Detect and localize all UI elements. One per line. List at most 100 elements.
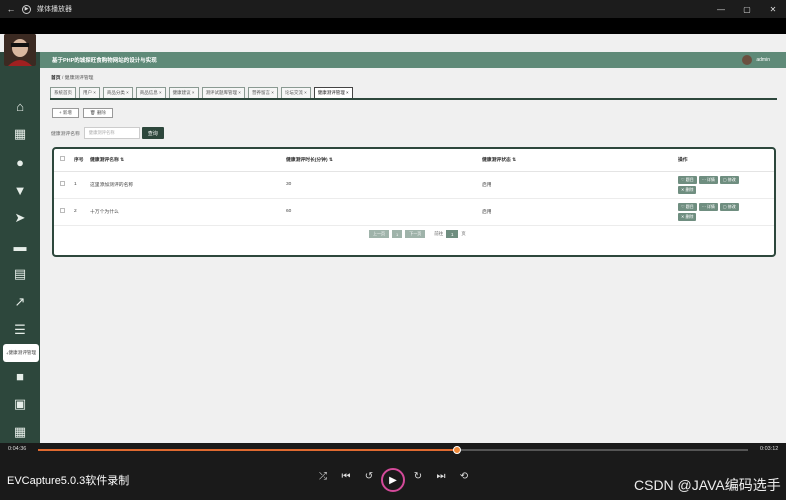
wallet-icon[interactable]: ▣ (0, 394, 40, 414)
tabs-divider (50, 98, 777, 100)
seek-bar[interactable] (38, 446, 748, 454)
edit-button[interactable]: ▢ 修改 (719, 175, 739, 184)
next-page-button[interactable]: 下一页 (405, 230, 426, 238)
rewind-icon[interactable]: ↺ (361, 471, 377, 482)
play-button[interactable]: ▶ (381, 468, 405, 492)
delete-label: 删除 (96, 110, 106, 115)
col-name[interactable]: 健康测评名称 ⇅ (88, 149, 284, 172)
user-name: admin (756, 57, 770, 63)
forward-icon[interactable]: ↻ (410, 471, 426, 482)
window-title: 媒体播放器 (37, 6, 72, 13)
questions-button[interactable]: ♡ 题目 (678, 202, 697, 211)
questions-label: 题目 (685, 176, 694, 182)
table-row: 2 十万个为什么 60 启用 ♡ 题目 ⋯ 详情 ▢ 修改 ✕ 删除 (54, 198, 774, 226)
total-time: 0:03:12 (760, 446, 779, 452)
user-menu[interactable]: admin (742, 55, 770, 65)
col-ops: 操作 (676, 149, 774, 172)
maximize-icon[interactable]: ▢ (734, 5, 760, 14)
col-status[interactable]: 健康测评状态 ⇅ (480, 149, 676, 172)
heart-icon: ♡ (681, 204, 685, 209)
back-icon[interactable]: ← (0, 4, 22, 14)
table-row: 1 这里添加测评的名称 30 启用 ♡ 题目 ⋯ 详情 ▢ 修改 ✕ 删除 (54, 171, 774, 199)
clipboard-icon[interactable]: ▤ (0, 264, 40, 284)
edit-label: 修改 (727, 203, 736, 209)
detail-button[interactable]: ⋯ 详情 (698, 175, 718, 184)
table-header-row: 序号 健康测评名称 ⇅ 健康测评时长(分钟) ⇅ 健康测评状态 ⇅ 操作 (54, 149, 774, 172)
puzzle-icon[interactable]: ■ (0, 366, 40, 386)
search-label: 健康测评名称 (51, 131, 80, 137)
questions-button[interactable]: ♡ 题目 (678, 175, 697, 184)
row-index: 2 (72, 198, 88, 226)
delete-button[interactable]: 🗑 删除 (82, 108, 113, 118)
row-delete-button[interactable]: ✕ 删除 (678, 185, 697, 194)
sidebar-avatar (4, 34, 36, 66)
row-checkbox[interactable] (60, 208, 65, 213)
sidebar: ⌂ ▦ ● ▼ ➤ ▬ ▤ ↗ ☰ ■ ▣ ▦ (0, 34, 40, 443)
monitor-icon[interactable]: ▬ (0, 236, 40, 256)
add-button[interactable]: + 新增 (52, 108, 79, 118)
row-index: 1 (72, 171, 88, 199)
trash-icon: 🗑 (89, 110, 96, 115)
csdn-watermark: CSDN @JAVA编码选手 (634, 477, 781, 493)
detail-label: 详情 (706, 203, 715, 209)
row-status: 启用 (480, 198, 676, 226)
x-icon: ✕ (681, 187, 685, 192)
header-title: 基于PHP的城探旺食购物网站的设计与实现 (52, 58, 157, 64)
query-button[interactable]: 查询 (141, 127, 164, 139)
row-name: 十万个为什么 (88, 198, 284, 226)
questions-label: 题目 (685, 203, 694, 209)
home-icon[interactable]: ⌂ (0, 96, 40, 116)
search-input[interactable]: 健康测评名称 (83, 127, 140, 139)
edit-label: 修改 (727, 176, 736, 182)
row-name: 这里添加测评的名称 (88, 171, 284, 199)
prev-page-button[interactable]: 上一页 (369, 230, 389, 238)
apps-icon[interactable]: ▦ (0, 422, 40, 442)
breadcrumb: 首页 / 健康测评管理 (51, 74, 93, 81)
shuffle-icon[interactable]: ⤮ (315, 471, 331, 482)
row-duration: 60 (284, 198, 480, 226)
next-icon[interactable]: ⏭ (433, 471, 449, 482)
x-icon: ✕ (681, 214, 685, 219)
search-row: 健康测评名称 健康测评名称 查询 (51, 127, 164, 139)
col-duration[interactable]: 健康测评时长(分钟) ⇅ (284, 149, 480, 172)
row-delete-label: 删除 (685, 213, 694, 219)
media-player-app-icon: ▶ (22, 4, 31, 14)
detail-button[interactable]: ⋯ 详情 (698, 202, 718, 211)
row-duration: 30 (284, 171, 480, 199)
detail-label: 详情 (706, 176, 715, 182)
previous-icon[interactable]: ⏮ (338, 471, 354, 482)
seek-progress (38, 449, 457, 451)
minimize-icon[interactable]: — (708, 5, 734, 14)
app-header: 基于PHP的城探旺食购物网站的设计与实现 admin (40, 52, 786, 68)
dots-icon: ⋯ (701, 204, 706, 209)
list-icon[interactable]: ☰ (0, 320, 40, 340)
seek-handle[interactable] (452, 446, 461, 454)
close-icon[interactable]: ✕ (760, 5, 786, 14)
repeat-icon[interactable]: ⟲ (456, 471, 472, 482)
bulb-icon[interactable]: ● (0, 152, 40, 172)
page-1-button[interactable]: 1 (392, 230, 403, 238)
window-titlebar: ← ▶ 媒体播放器 — ▢ ✕ (0, 0, 786, 18)
col-index: 序号 (72, 149, 88, 172)
dots-icon: ⋯ (701, 177, 706, 182)
elapsed-time: 0:04:36 (8, 446, 27, 452)
row-delete-button[interactable]: ✕ 删除 (678, 212, 697, 221)
chart-icon[interactable]: ↗ (0, 292, 40, 312)
breadcrumb-current: 健康测评管理 (64, 76, 94, 81)
data-table: 序号 健康测评名称 ⇅ 健康测评时长(分钟) ⇅ 健康测评状态 ⇅ 操作 1 这… (52, 147, 776, 257)
page-unit-label: 页 (461, 231, 466, 236)
grid-icon[interactable]: ▦ (0, 124, 40, 144)
sidebar-tooltip: + 健康测评管理 (3, 344, 39, 362)
select-all-checkbox[interactable] (60, 156, 65, 162)
edit-button[interactable]: ▢ 修改 (719, 202, 739, 211)
pagination: 上一页 1 下一页 前往 1 页 (369, 230, 466, 238)
edit-icon: ▢ (722, 177, 727, 182)
row-checkbox[interactable] (60, 181, 65, 186)
goto-page-input[interactable]: 1 (446, 230, 459, 238)
row-delete-label: 删除 (685, 186, 694, 192)
row-status: 启用 (480, 171, 676, 199)
goto-label: 前往 (434, 231, 444, 236)
breadcrumb-home[interactable]: 首页 (51, 76, 61, 81)
send-icon[interactable]: ➤ (0, 208, 40, 228)
brush-icon[interactable]: ▼ (0, 180, 40, 200)
